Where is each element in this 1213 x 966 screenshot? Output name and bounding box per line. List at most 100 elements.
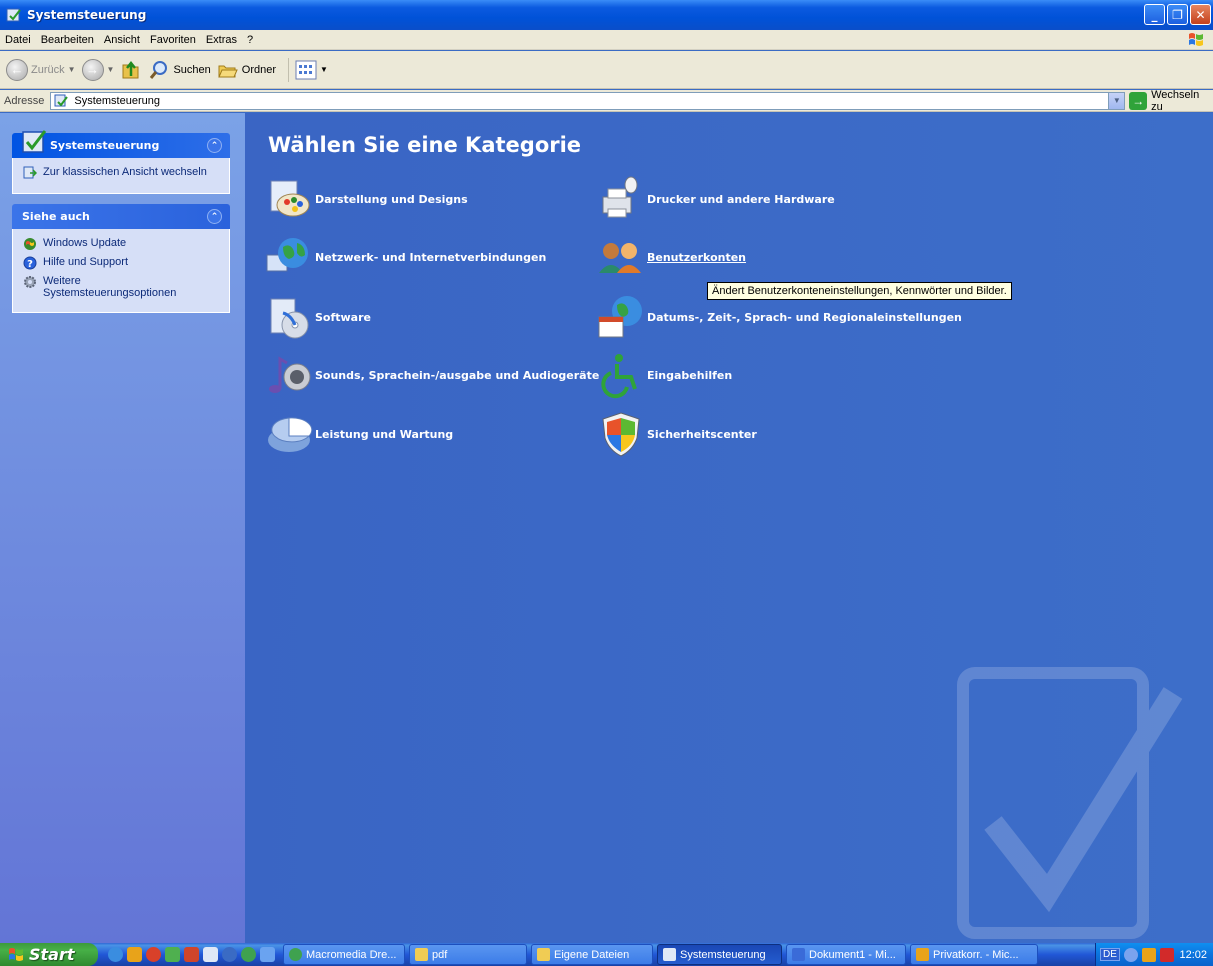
page-title: Wählen Sie eine Kategorie xyxy=(268,133,582,157)
category-label: Datums-, Zeit-, Sprach- und Regionaleins… xyxy=(647,310,962,324)
browser-icon[interactable] xyxy=(146,947,161,962)
task-label: Zur klassischen Ansicht wechseln xyxy=(43,166,207,178)
taskbar-button[interactable]: Systemsteuerung xyxy=(657,944,782,965)
help-icon: ? xyxy=(23,256,37,270)
category-appearance[interactable]: Darstellung und Designs xyxy=(265,175,468,223)
category-label: Drucker und andere Hardware xyxy=(647,192,835,206)
opera-icon[interactable] xyxy=(127,947,142,962)
category-label: Darstellung und Designs xyxy=(315,192,468,206)
views-icon xyxy=(295,60,317,79)
category-label: Eingabehilfen xyxy=(647,368,733,382)
views-button[interactable]: ▼ xyxy=(295,60,328,80)
quick-launch xyxy=(108,947,275,962)
folders-label: Ordner xyxy=(241,63,277,76)
forward-button[interactable]: → ▼ xyxy=(81,58,115,81)
menu-file[interactable]: Datei xyxy=(0,34,36,46)
category-label: Leistung und Wartung xyxy=(315,427,454,441)
menu-view[interactable]: Ansicht xyxy=(99,34,145,46)
taskbar-button-label: Eigene Dateien xyxy=(554,948,630,961)
category-software[interactable]: Software xyxy=(265,293,371,341)
category-date-time-regional[interactable]: Datums-, Zeit-, Sprach- und Regionaleins… xyxy=(597,293,962,341)
taskbar-button[interactable]: pdf xyxy=(409,944,527,965)
category-accessibility[interactable]: Eingabehilfen xyxy=(597,351,732,399)
close-button[interactable]: ✕ xyxy=(1190,4,1211,25)
menu-tools[interactable]: Extras xyxy=(201,34,242,46)
go-button[interactable]: → Wechseln zu xyxy=(1129,89,1213,113)
forward-arrow-icon: → xyxy=(81,58,104,81)
network-icon xyxy=(266,238,308,272)
clock: 12:02 xyxy=(1179,948,1207,961)
toolbar: ← Zurück ▼ → ▼ Suchen Ordner ▼ xyxy=(0,51,1213,89)
taskbox-title: Siehe auch xyxy=(22,210,90,223)
dreamweaver-icon[interactable] xyxy=(241,947,256,962)
chevron-down-icon[interactable]: ▼ xyxy=(107,65,115,74)
help-support-link[interactable]: ? Hilfe und Support xyxy=(23,256,219,270)
taskbar-button[interactable]: Privatkorr. - Mic... xyxy=(910,944,1038,965)
kaspersky-icon[interactable] xyxy=(1159,947,1174,962)
category-user-accounts[interactable]: Benutzerkonten xyxy=(597,233,746,281)
back-button[interactable]: ← Zurück ▼ xyxy=(6,58,76,81)
category-network[interactable]: Netzwerk- und Internetverbindungen xyxy=(265,233,546,281)
outlook-icon[interactable] xyxy=(260,947,275,962)
control-panel-taskbox-header[interactable]: Systemsteuerung ⌃ xyxy=(12,130,230,158)
minimize-button[interactable]: _ xyxy=(1144,4,1165,25)
address-bar: Adresse Systemsteuerung ▼ → Wechseln zu xyxy=(0,89,1213,113)
collapse-icon[interactable]: ⌃ xyxy=(207,209,222,224)
media-player-icon[interactable] xyxy=(222,947,237,962)
network-icon[interactable] xyxy=(165,947,180,962)
task-label: Weitere Systemsteuerungsoptionen xyxy=(43,275,177,299)
category-security-center[interactable]: Sicherheitscenter xyxy=(597,410,757,458)
go-label: Wechseln zu xyxy=(1151,88,1200,113)
taskbar-button[interactable]: Dokument1 - Mi... xyxy=(786,944,906,965)
control-panel-icon xyxy=(663,948,676,961)
main-content: Wählen Sie eine Kategorie Darstellung un… xyxy=(245,113,1213,943)
go-arrow-icon: → xyxy=(1129,91,1148,110)
title-bar[interactable]: Systemsteuerung _ ❐ ✕ xyxy=(0,0,1213,30)
tool-icon[interactable] xyxy=(184,947,199,962)
up-button[interactable] xyxy=(120,59,142,81)
chevron-down-icon[interactable]: ▼ xyxy=(320,65,328,74)
document-icon[interactable] xyxy=(203,947,218,962)
sounds-icon xyxy=(269,356,311,393)
menu-favorites[interactable]: Favoriten xyxy=(145,34,201,46)
control-panel-taskbox-body: Zur klassischen Ansicht wechseln xyxy=(12,158,230,194)
category-label: Benutzerkonten xyxy=(647,250,747,264)
windows-update-link[interactable]: Windows Update xyxy=(23,237,219,251)
chevron-down-icon[interactable]: ▼ xyxy=(1108,92,1125,109)
task-label: Hilfe und Support xyxy=(43,256,128,268)
printer-icon xyxy=(602,176,638,218)
see-also-taskbox-header[interactable]: Siehe auch ⌃ xyxy=(12,204,230,229)
dreamweaver-icon xyxy=(289,948,302,961)
internet-explorer-icon[interactable] xyxy=(108,947,123,962)
language-indicator[interactable]: DE xyxy=(1100,948,1120,961)
switch-classic-view-link[interactable]: Zur klassischen Ansicht wechseln xyxy=(23,166,219,180)
category-sounds[interactable]: Sounds, Sprachein-/ausgabe und Audiogerä… xyxy=(265,351,599,399)
folders-button[interactable]: Ordner xyxy=(217,59,276,81)
menu-edit[interactable]: Bearbeiten xyxy=(36,34,99,46)
maximize-button[interactable]: ❐ xyxy=(1167,4,1188,25)
address-input[interactable]: Systemsteuerung ▼ xyxy=(50,91,1126,110)
more-options-link[interactable]: Weitere Systemsteuerungsoptionen xyxy=(23,275,219,299)
taskbar-button-label: Systemsteuerung xyxy=(680,948,766,961)
start-button[interactable]: Start xyxy=(0,943,98,966)
search-icon xyxy=(150,60,168,79)
search-button[interactable]: Suchen xyxy=(148,59,211,81)
category-label: Sounds, Sprachein-/ausgabe und Audiogerä… xyxy=(315,368,600,382)
folder-icon xyxy=(415,948,428,961)
taskbar-button[interactable]: Eigene Dateien xyxy=(531,944,653,965)
opera-icon[interactable] xyxy=(1141,947,1156,962)
menu-help[interactable]: ? xyxy=(242,34,258,46)
taskbar-button[interactable]: Macromedia Dre... xyxy=(283,944,405,965)
folder-icon xyxy=(537,948,550,961)
control-panel-icon xyxy=(6,8,21,22)
svg-text:?: ? xyxy=(27,259,33,270)
chevron-down-icon[interactable]: ▼ xyxy=(68,65,76,74)
taskbar-button-label: Privatkorr. - Mic... xyxy=(933,948,1019,961)
control-panel-taskbox: Systemsteuerung ⌃ Zur klassischen Ansich… xyxy=(12,130,230,194)
collapse-icon[interactable]: ⌃ xyxy=(207,138,222,153)
back-label: Zurück xyxy=(31,63,65,76)
word-icon xyxy=(792,948,805,961)
category-printers[interactable]: Drucker und andere Hardware xyxy=(597,175,835,223)
volume-icon[interactable] xyxy=(1123,947,1138,962)
category-performance[interactable]: Leistung und Wartung xyxy=(265,410,453,458)
